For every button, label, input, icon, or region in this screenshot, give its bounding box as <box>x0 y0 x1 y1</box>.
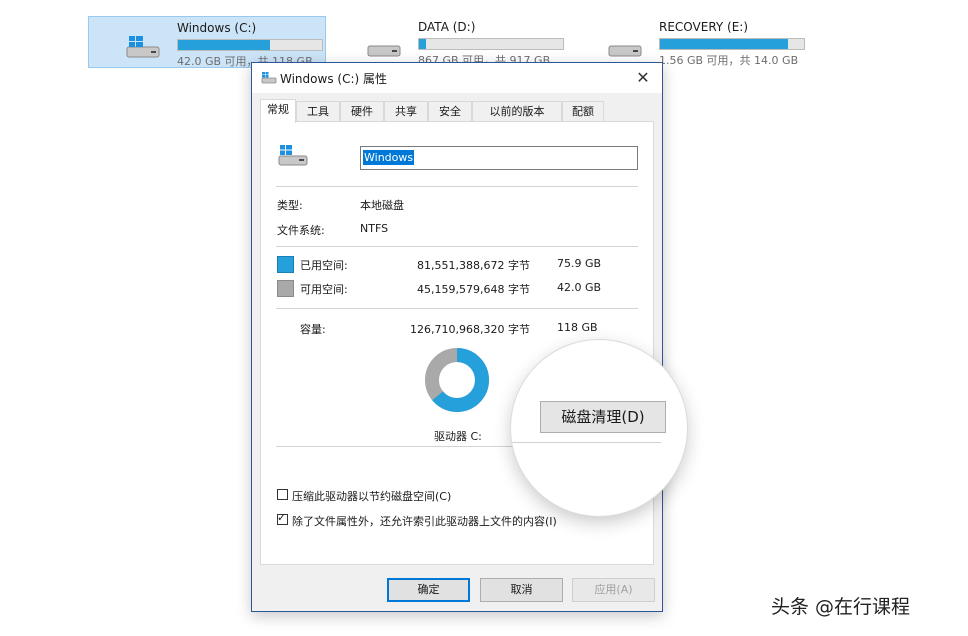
drive-tile-c[interactable]: Windows (C:) 42.0 GB 可用，共 118 GB <box>88 16 326 68</box>
drive-usage-bar <box>177 39 323 51</box>
volume-name-input[interactable]: Windows <box>360 146 638 170</box>
drive-tile-d[interactable]: DATA (D:) 867 GB 可用，共 917 GB <box>330 16 568 68</box>
used-space-swatch <box>277 256 294 273</box>
filesystem-label: 文件系统: <box>277 224 325 237</box>
capacity-label: 容量: <box>300 323 326 336</box>
type-value: 本地磁盘 <box>360 199 404 212</box>
free-space-swatch <box>277 280 294 297</box>
cancel-button[interactable]: 取消 <box>480 578 563 602</box>
used-space-bytes: 81,551,388,672 字节 <box>417 259 530 272</box>
compress-checkbox[interactable] <box>277 489 288 500</box>
apply-button[interactable]: 应用(A) <box>572 578 655 602</box>
used-space-label: 已用空间: <box>300 259 348 272</box>
drive-icon <box>261 72 277 84</box>
close-icon[interactable]: ✕ <box>630 65 656 91</box>
capacity-size: 118 GB <box>557 321 598 334</box>
drive-space-info: 1.56 GB 可用，共 14.0 GB <box>659 54 799 67</box>
drive-name: DATA (D:) <box>418 20 476 34</box>
tab-quota[interactable]: 配额 <box>562 101 604 121</box>
compress-label[interactable]: 压缩此驱动器以节约磁盘空间(C) <box>292 488 451 504</box>
watermark: 头条 @在行课程 <box>771 596 911 618</box>
index-label[interactable]: 除了文件属性外，还允许索引此驱动器上文件的内容(I) <box>292 513 557 529</box>
magnifier-callout: 磁盘清理(D) <box>511 340 687 516</box>
checkmark-icon: ✓ <box>277 511 287 524</box>
index-checkbox[interactable]: ✓ <box>277 511 288 525</box>
capacity-bytes: 126,710,968,320 字节 <box>410 323 530 336</box>
volume-name-text: Windows <box>363 150 415 165</box>
ok-button[interactable]: 确定 <box>387 578 470 602</box>
drive-name: RECOVERY (E:) <box>659 20 749 34</box>
drive-icon <box>608 45 642 57</box>
drive-usage-bar <box>659 38 805 50</box>
divider <box>511 442 661 443</box>
drive-letter-label: 驱动器 C: <box>434 430 482 443</box>
free-space-size: 42.0 GB <box>557 281 602 294</box>
type-label: 类型: <box>277 199 303 212</box>
dialog-title: Windows (C:) 属性 <box>280 72 387 86</box>
tab-previous-versions[interactable]: 以前的版本 <box>472 101 562 121</box>
divider <box>276 246 638 247</box>
filesystem-value: NTFS <box>360 222 389 235</box>
drive-usage-bar <box>418 38 564 50</box>
divider <box>276 186 638 187</box>
used-space-size: 75.9 GB <box>557 257 602 270</box>
screenshot: Windows (C:) 42.0 GB 可用，共 118 GB DATA (D… <box>0 0 968 636</box>
disk-usage-donut <box>425 348 489 412</box>
drive-usage-fill <box>419 39 427 49</box>
disk-cleanup-button[interactable]: 磁盘清理(D) <box>540 401 666 433</box>
drive-icon <box>367 45 401 57</box>
tab-hardware[interactable]: 硬件 <box>340 101 384 121</box>
drive-usage-fill <box>660 39 789 49</box>
windows-drive-icon <box>278 145 308 166</box>
tab-general[interactable]: 常规 <box>260 99 296 123</box>
windows-drive-icon <box>126 36 160 58</box>
tab-sharing[interactable]: 共享 <box>384 101 428 121</box>
drive-tile-e[interactable]: RECOVERY (E:) 1.56 GB 可用，共 14.0 GB <box>571 16 809 68</box>
dialog-titlebar[interactable]: Windows (C:) 属性 ✕ <box>252 63 662 93</box>
properties-dialog: Windows (C:) 属性 ✕ 常规 工具 硬件 共享 安全 以前的版本 配… <box>251 62 663 612</box>
drive-name: Windows (C:) <box>177 21 257 35</box>
free-space-bytes: 45,159,579,648 字节 <box>417 283 530 296</box>
drive-usage-fill <box>178 40 271 50</box>
tab-tools[interactable]: 工具 <box>296 101 340 121</box>
divider <box>276 308 638 309</box>
tab-security[interactable]: 安全 <box>428 101 472 121</box>
free-space-label: 可用空间: <box>300 283 348 296</box>
